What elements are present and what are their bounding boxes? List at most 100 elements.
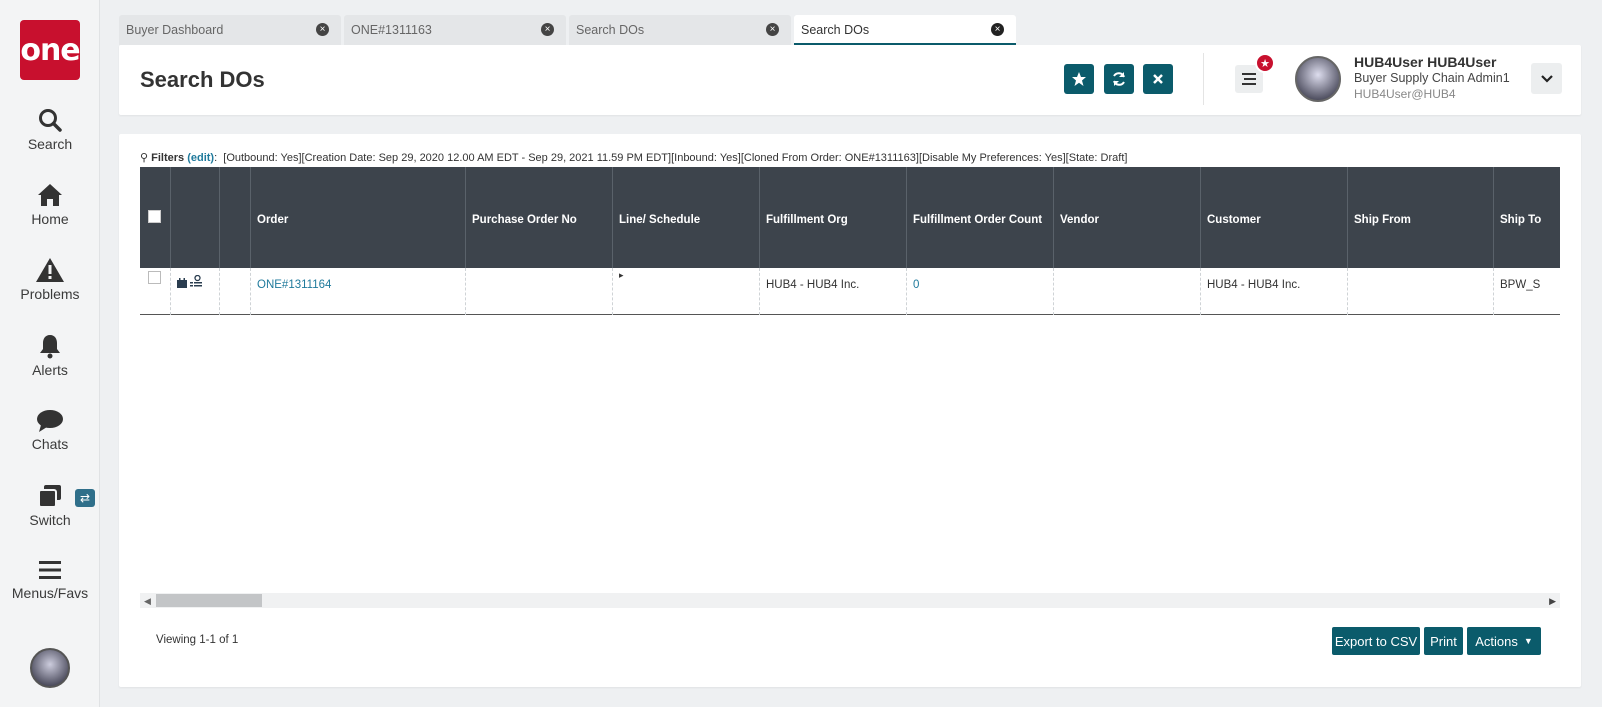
scroll-left-icon[interactable]: ◀	[144, 596, 151, 607]
scrollbar-thumb[interactable]	[156, 594, 262, 607]
tab-label: ONE#1311163	[351, 23, 432, 37]
calendar-icon[interactable]	[177, 278, 187, 288]
close-tab-icon[interactable]: ×	[991, 23, 1004, 36]
column-header-vendor[interactable]: Vendor	[1054, 167, 1201, 268]
viewing-count: Viewing 1-1 of 1	[156, 634, 239, 646]
app-logo[interactable]: one	[20, 20, 81, 80]
close-tab-icon[interactable]: ×	[541, 23, 554, 36]
spacer-column-header	[220, 167, 251, 268]
table-row: ONE#1311164 ▸ HUB4 - HUB4 Inc. 0 HUB4 - …	[140, 268, 1560, 315]
cell-purchase-order-no	[466, 268, 613, 315]
tab-search-dos-active[interactable]: Search DOs ×	[794, 15, 1016, 45]
list-menu-icon	[1242, 73, 1256, 85]
print-button[interactable]: Print	[1424, 627, 1463, 655]
order-link[interactable]: ONE#1311164	[257, 279, 331, 291]
nav-home-label: Home	[31, 211, 69, 227]
left-nav-rail: one Search Home Problems Alerts Chats Sw…	[0, 0, 100, 707]
close-tab-icon[interactable]: ×	[766, 23, 779, 36]
close-tab-icon[interactable]: ×	[316, 23, 329, 36]
chevron-down-icon	[1540, 74, 1553, 83]
filters-label: Filters	[151, 152, 185, 164]
tab-order[interactable]: ONE#1311163 ×	[344, 15, 566, 45]
tracking-list-icon[interactable]	[190, 274, 203, 288]
expand-caret-icon[interactable]: ▸	[619, 270, 624, 280]
row-icons-cell	[171, 268, 220, 315]
nav-menus-favs[interactable]: Menus/Favs	[0, 558, 100, 601]
nav-problems[interactable]: Problems	[0, 257, 100, 302]
user-avatar[interactable]	[1295, 56, 1341, 102]
user-menu-dropdown[interactable]	[1531, 63, 1562, 94]
grid-header: Order Purchase Order No Line/ Schedule F…	[140, 167, 1560, 268]
column-header-customer[interactable]: Customer	[1201, 167, 1348, 268]
filter-search-icon: ⚲	[140, 152, 149, 164]
page-header: Search DOs ★ HUB4User HUB4User Buyer Sup…	[119, 45, 1581, 115]
column-header-order[interactable]: Order	[251, 167, 466, 268]
column-header-purchase-order-no[interactable]: Purchase Order No	[466, 167, 613, 268]
tab-bar: Buyer Dashboard × ONE#1311163 × Search D…	[119, 15, 1019, 45]
close-page-button[interactable]	[1143, 64, 1173, 94]
cell-fulfillment-order-count: 0	[907, 268, 1054, 315]
caret-down-icon: ▼	[1523, 636, 1533, 646]
export-csv-button[interactable]: Export to CSV	[1332, 627, 1420, 655]
favorite-button[interactable]	[1064, 64, 1094, 94]
close-icon	[1153, 74, 1163, 84]
warning-icon	[36, 258, 64, 282]
nav-switch-label: Switch	[29, 512, 71, 528]
nav-search[interactable]: Search	[0, 107, 100, 152]
horizontal-scrollbar[interactable]: ◀ ▶	[140, 593, 1560, 608]
fulfillment-order-count-link[interactable]: 0	[913, 279, 919, 291]
bell-icon	[40, 335, 60, 359]
star-icon	[1072, 72, 1086, 86]
column-header-fulfillment-order-count[interactable]: Fulfillment Order Count	[907, 167, 1054, 268]
nav-menus-favs-label: Menus/Favs	[11, 585, 89, 601]
actions-button[interactable]: Actions ▼	[1467, 627, 1541, 655]
icons-column-header	[171, 167, 220, 268]
filters-bar: ⚲ Filters (edit): [Outbound: Yes][Creati…	[140, 152, 1128, 164]
tab-label: Buyer Dashboard	[126, 23, 224, 37]
nav-problems-label: Problems	[20, 286, 80, 302]
select-all-checkbox[interactable]	[148, 210, 161, 223]
cell-ship-from	[1348, 268, 1494, 315]
actions-label: Actions	[1475, 633, 1518, 649]
column-header-fulfillment-org[interactable]: Fulfillment Org	[760, 167, 907, 268]
page-title: Search DOs	[140, 67, 265, 92]
nav-chats[interactable]: Chats	[0, 409, 100, 452]
nav-home[interactable]: Home	[0, 182, 100, 227]
row-select-cell	[140, 268, 171, 315]
switch-icon	[38, 485, 61, 508]
select-all-column	[140, 167, 171, 268]
home-icon	[38, 184, 62, 206]
tab-label: Search DOs	[801, 23, 870, 37]
cell-fulfillment-org: HUB4 - HUB4 Inc.	[760, 268, 907, 315]
nav-alerts-label: Alerts	[32, 362, 68, 378]
header-divider	[1203, 53, 1204, 105]
filters-text: [Outbound: Yes][Creation Date: Sep 29, 2…	[223, 152, 1128, 164]
tab-label: Search DOs	[576, 23, 645, 37]
column-header-line-schedule[interactable]: Line/ Schedule	[613, 167, 760, 268]
search-icon	[39, 109, 62, 132]
refresh-icon	[1113, 72, 1125, 86]
cell-customer: HUB4 - HUB4 Inc.	[1201, 268, 1348, 315]
nav-search-label: Search	[27, 136, 73, 152]
cell-line-schedule: ▸	[613, 268, 760, 315]
row-spacer-cell	[220, 268, 251, 315]
column-header-ship-from[interactable]: Ship From	[1348, 167, 1494, 268]
user-name: HUB4User HUB4User	[1354, 54, 1497, 70]
results-panel: ⚲ Filters (edit): [Outbound: Yes][Creati…	[119, 134, 1581, 687]
nav-alerts[interactable]: Alerts	[0, 333, 100, 378]
hamburger-icon	[39, 561, 61, 579]
refresh-button[interactable]	[1104, 64, 1134, 94]
results-grid: Order Purchase Order No Line/ Schedule F…	[140, 167, 1560, 315]
nav-chats-label: Chats	[31, 436, 69, 452]
tab-search-dos-1[interactable]: Search DOs ×	[569, 15, 791, 45]
filters-edit-link[interactable]: (edit)	[187, 152, 214, 164]
cell-ship-to: BPW_S	[1494, 268, 1560, 315]
switch-arrows-icon[interactable]: ⇄	[75, 489, 95, 507]
rail-avatar[interactable]	[30, 648, 70, 688]
tab-buyer-dashboard[interactable]: Buyer Dashboard ×	[119, 15, 341, 45]
chat-icon	[37, 410, 63, 432]
star-badge-icon: ★	[1255, 53, 1275, 73]
scroll-right-icon[interactable]: ▶	[1549, 596, 1556, 607]
column-header-ship-to[interactable]: Ship To	[1494, 167, 1560, 268]
row-checkbox[interactable]	[148, 271, 161, 284]
